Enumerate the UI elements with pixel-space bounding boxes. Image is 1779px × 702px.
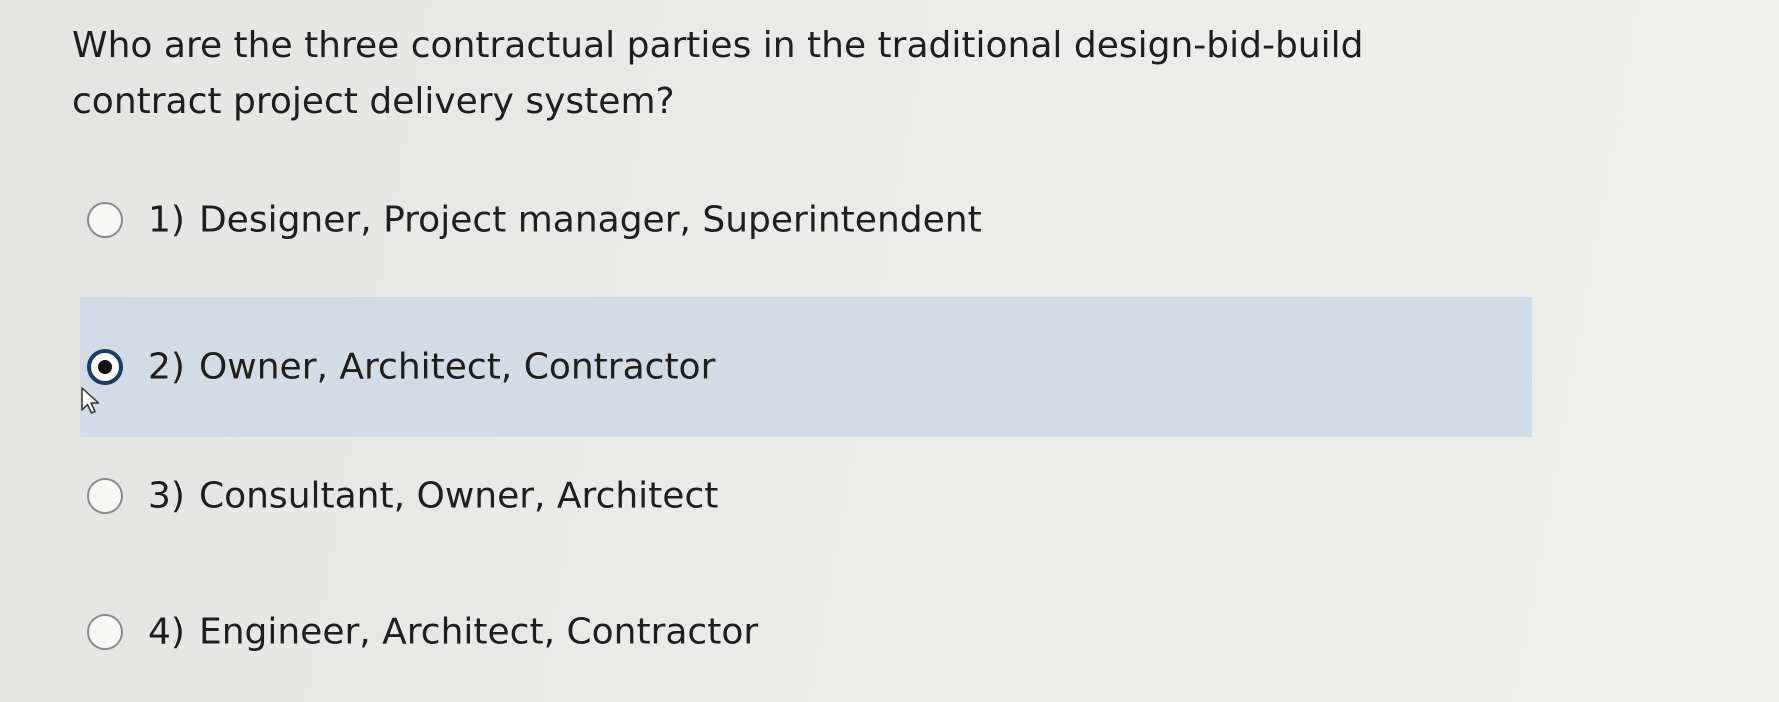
option-2[interactable]: 2) Owner, Architect, Contractor <box>80 297 1532 437</box>
option-3-radio[interactable] <box>87 478 123 514</box>
option-4-radio[interactable] <box>87 614 123 650</box>
option-3[interactable]: 3) Consultant, Owner, Architect <box>80 426 1532 566</box>
option-4-label: Engineer, Architect, Contractor <box>198 611 759 653</box>
option-2-text: 2) Owner, Architect, Contractor <box>148 347 715 388</box>
option-3-text: 3) Consultant, Owner, Architect <box>148 476 718 517</box>
option-1-radio[interactable] <box>87 202 123 238</box>
option-4[interactable]: 4) Engineer, Architect, Contractor <box>80 562 1532 702</box>
option-4-text: 4) Engineer, Architect, Contractor <box>148 612 758 653</box>
option-1-label: Designer, Project manager, Superintenden… <box>198 199 982 241</box>
option-3-label: Consultant, Owner, Architect <box>198 475 719 517</box>
option-2-number: 2) <box>148 346 185 388</box>
option-1-number: 1) <box>148 199 185 241</box>
answer-options: 1) Designer, Project manager, Superintend… <box>0 0 1779 702</box>
option-2-radio[interactable] <box>87 349 123 385</box>
option-2-label: Owner, Architect, Contractor <box>198 346 716 388</box>
option-1-text: 1) Designer, Project manager, Superintend… <box>148 200 982 241</box>
option-3-number: 3) <box>148 475 185 517</box>
mouse-pointer-icon <box>81 387 100 414</box>
option-4-number: 4) <box>148 611 185 653</box>
option-1[interactable]: 1) Designer, Project manager, Superintend… <box>80 150 1532 290</box>
